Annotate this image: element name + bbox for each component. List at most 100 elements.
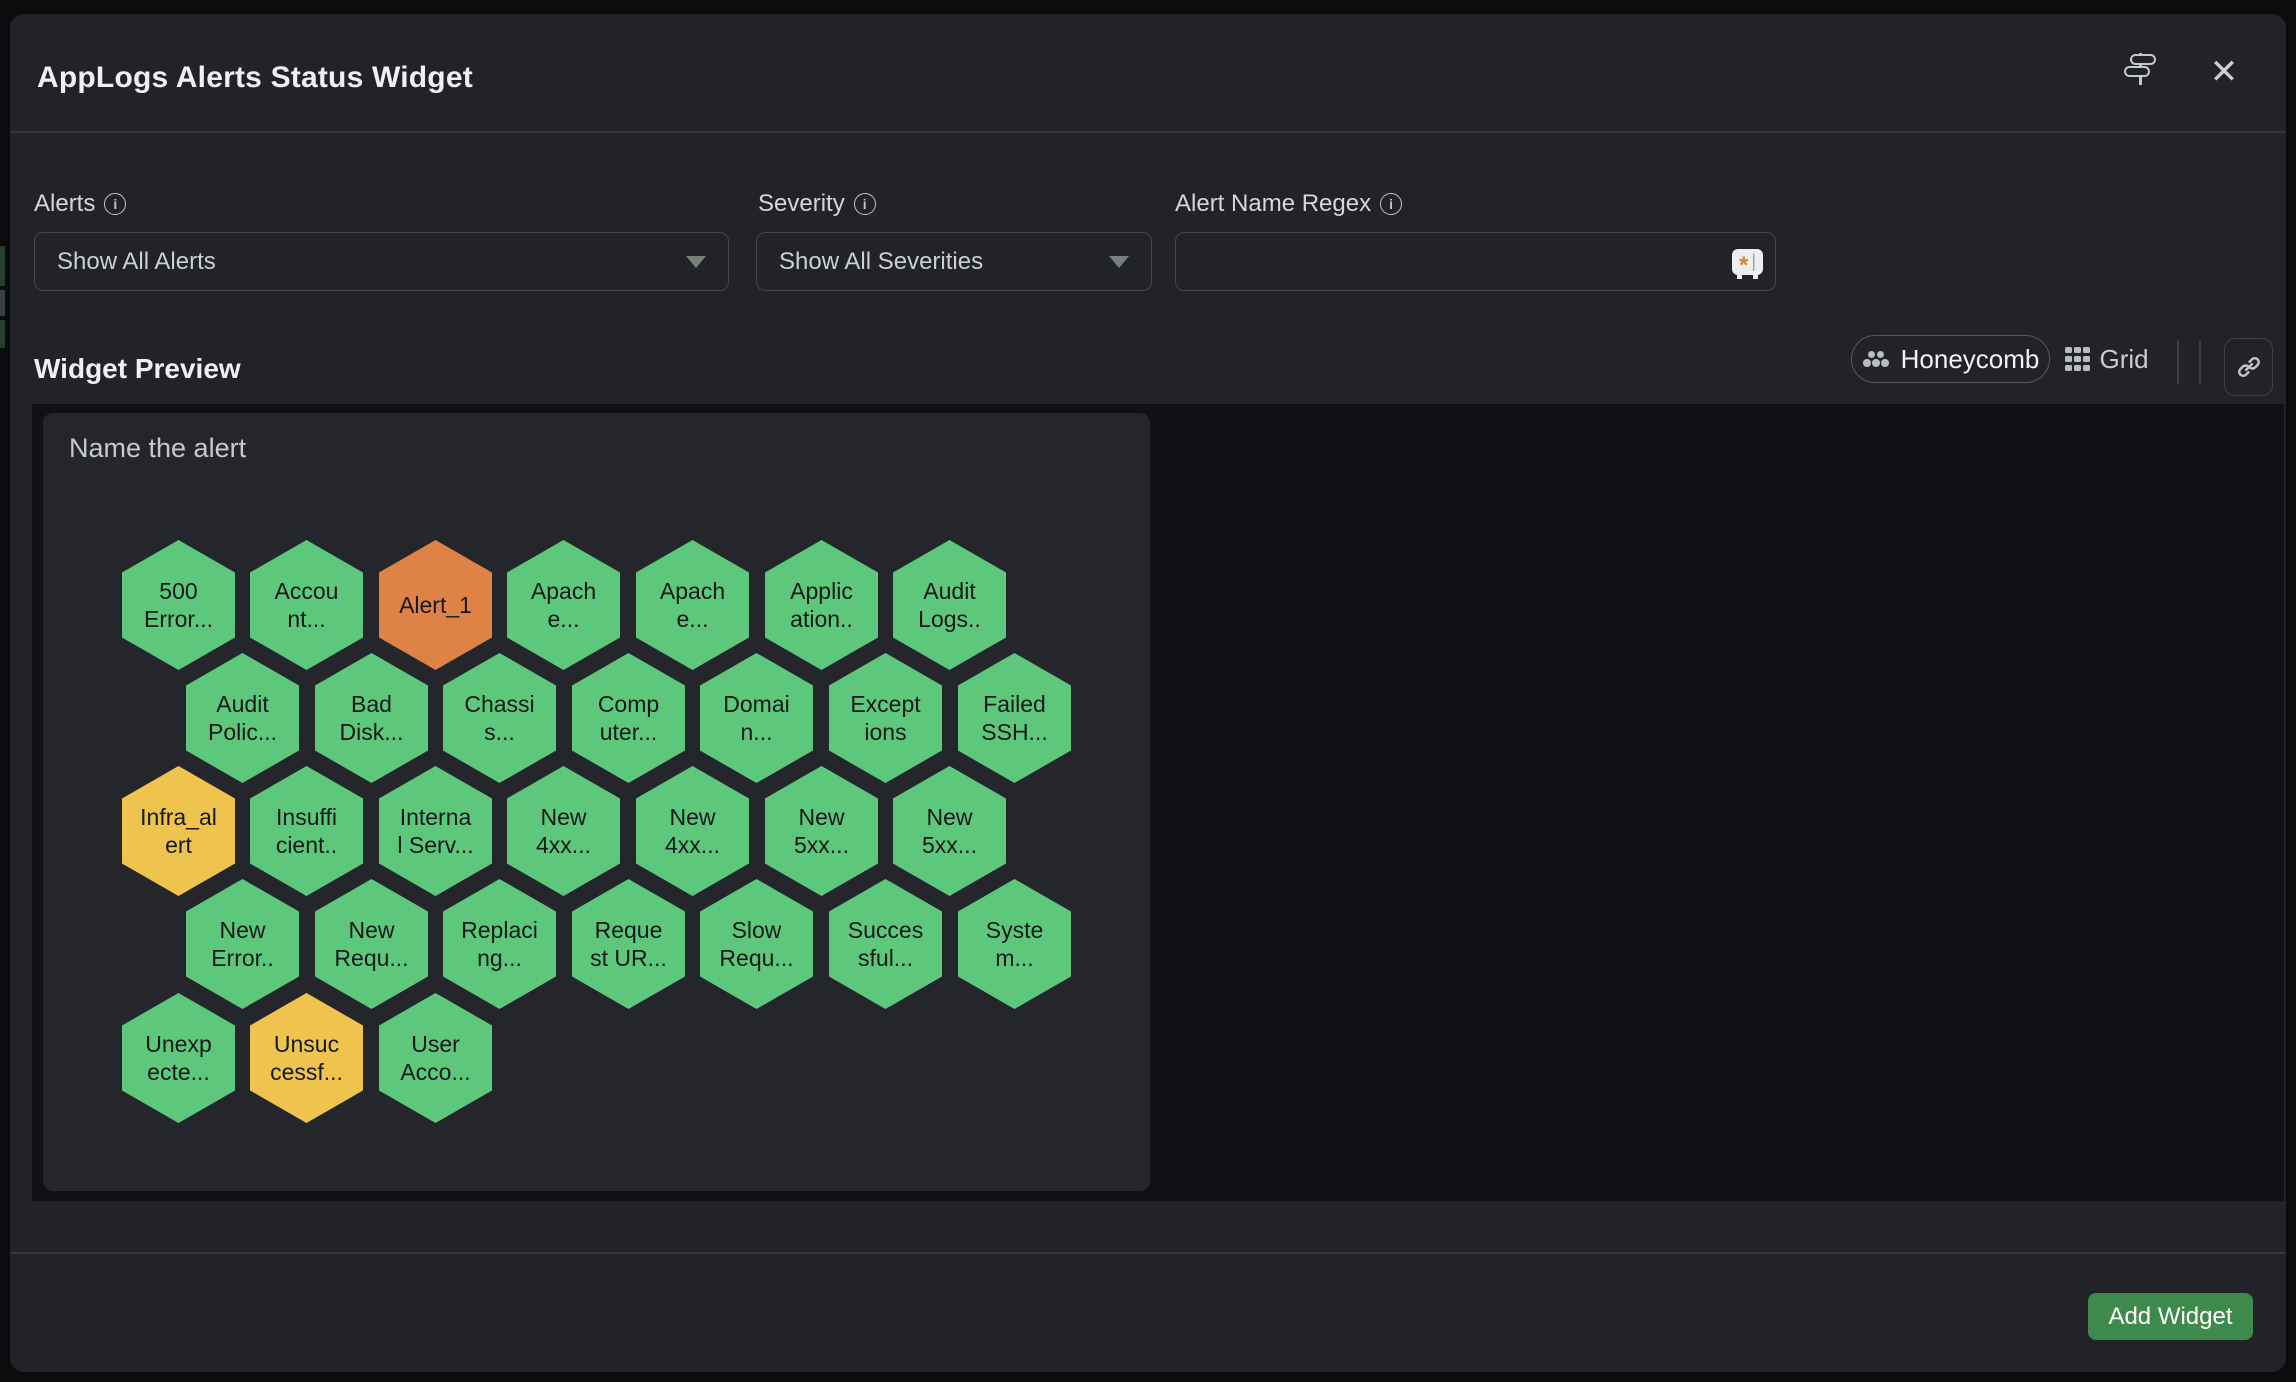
hex-label: 500 Error... [144, 577, 213, 633]
hex-label: New 5xx... [922, 803, 977, 859]
hex-label: Failed SSH... [981, 690, 1047, 746]
regex-helper-icon[interactable]: * | [1732, 249, 1763, 275]
honeycomb-hex[interactable]: Domai n... [700, 653, 813, 783]
hex-label: New 5xx... [794, 803, 849, 859]
widget-config-dialog: AppLogs Alerts Status Widget ✕ Alerts i … [10, 14, 2286, 1372]
honeycomb-widget-panel: Name the alert 500 Error... Accou nt... Al… [43, 413, 1150, 1191]
alerts-select[interactable]: Show All Alerts [34, 232, 729, 291]
hex-label: Replaci ng... [461, 916, 538, 972]
hex-label: Unsuc cessf... [270, 1030, 343, 1086]
honeycomb-hex[interactable]: New 5xx... [893, 766, 1006, 896]
hex-label: Applic ation.. [790, 577, 853, 633]
dialog-title: AppLogs Alerts Status Widget [37, 61, 473, 95]
add-widget-button[interactable]: Add Widget [2088, 1293, 2253, 1340]
honeycomb-hex[interactable]: User Acco... [379, 993, 492, 1123]
honeycomb-hex[interactable]: New Requ... [315, 879, 428, 1009]
honeycomb-hex[interactable]: Comp uter... [572, 653, 685, 783]
honeycomb-hex[interactable]: New 4xx... [507, 766, 620, 896]
hex-label: New 4xx... [536, 803, 591, 859]
info-icon[interactable]: i [854, 193, 876, 215]
hex-label: Bad Disk... [340, 690, 404, 746]
hex-label: New 4xx... [665, 803, 720, 859]
footer-divider [10, 1252, 2286, 1254]
copy-link-button[interactable] [2224, 338, 2273, 396]
hex-label: Insuffi cient.. [276, 803, 337, 859]
hex-label: Interna l Serv... [397, 803, 473, 859]
honeycomb-hex[interactable]: Unexp ecte... [122, 993, 235, 1123]
honeycomb-hex[interactable]: New Error.. [186, 879, 299, 1009]
hex-label: Audit Logs.. [918, 577, 981, 633]
honeycomb-hex[interactable]: Failed SSH... [958, 653, 1071, 783]
honeycomb-hex[interactable]: Apach e... [507, 540, 620, 670]
honeycomb-hex[interactable]: Except ions [829, 653, 942, 783]
chevron-down-icon [686, 256, 706, 268]
layout-panels-button[interactable] [2118, 47, 2162, 91]
severity-select-value: Show All Severities [779, 248, 1109, 276]
honeycomb-hex[interactable]: Accou nt... [250, 540, 363, 670]
alerts-field-label: Alerts i [34, 190, 126, 218]
grid-toggle-label: Grid [2100, 344, 2149, 375]
honeycomb-hex[interactable]: Unsuc cessf... [250, 993, 363, 1123]
severity-field-label: Severity i [758, 190, 876, 218]
honeycomb-hex[interactable]: Reque st UR... [572, 879, 685, 1009]
toolbar-separator [2199, 340, 2201, 384]
hex-label: New Requ... [334, 916, 408, 972]
honeycomb-hex[interactable]: Apach e... [636, 540, 749, 670]
honeycomb-hex[interactable]: Insuffi cient.. [250, 766, 363, 896]
honeycomb-hex[interactable]: 500 Error... [122, 540, 235, 670]
preview-heading: Widget Preview [34, 353, 241, 385]
layout-panels-icon [2123, 51, 2157, 87]
hex-label: Chassi s... [464, 690, 534, 746]
hex-label: Audit Polic... [208, 690, 277, 746]
hex-label: Unexp ecte... [145, 1030, 211, 1086]
honeycomb-hex[interactable]: Slow Requ... [700, 879, 813, 1009]
hex-label: Comp uter... [598, 690, 659, 746]
regex-input[interactable] [1198, 248, 1732, 276]
hex-label: User Acco... [400, 1030, 470, 1086]
honeycomb-hex[interactable]: Interna l Serv... [379, 766, 492, 896]
hex-label: Accou nt... [275, 577, 339, 633]
hex-label: Apach e... [660, 577, 725, 633]
honeycomb-hex[interactable]: Succes sful... [829, 879, 942, 1009]
hex-label: Except ions [850, 690, 920, 746]
hex-label: Syste m... [986, 916, 1044, 972]
hex-label: Infra_al ert [140, 803, 217, 859]
background-app-sliver [0, 290, 5, 316]
honeycomb-hex[interactable]: Replaci ng... [443, 879, 556, 1009]
severity-label-text: Severity [758, 190, 845, 218]
honeycomb-hex[interactable]: Chassi s... [443, 653, 556, 783]
regex-input-wrap: * | [1175, 232, 1776, 291]
honeycomb-icon [1862, 351, 1890, 368]
hex-label: Alert_1 [399, 591, 472, 619]
honeycomb-hex[interactable]: Bad Disk... [315, 653, 428, 783]
honeycomb-toggle-label: Honeycomb [1901, 344, 2040, 375]
toolbar-separator [2177, 340, 2179, 384]
hex-label: Apach e... [531, 577, 596, 633]
honeycomb-hex[interactable]: New 4xx... [636, 766, 749, 896]
honeycomb-view-toggle[interactable]: Honeycomb [1851, 335, 2050, 383]
grid-view-toggle[interactable]: Grid [2065, 335, 2149, 383]
info-icon[interactable]: i [1380, 193, 1402, 215]
honeycomb-hex[interactable]: Audit Polic... [186, 653, 299, 783]
honeycomb-hex[interactable]: Applic ation.. [765, 540, 878, 670]
regex-label-text: Alert Name Regex [1175, 190, 1371, 218]
honeycomb-hex[interactable]: Alert_1 [379, 540, 492, 670]
honeycomb-hex[interactable]: Audit Logs.. [893, 540, 1006, 670]
hex-label: Succes sful... [848, 916, 923, 972]
background-app-sliver [0, 246, 5, 286]
close-icon: ✕ [2210, 55, 2239, 89]
grid-icon [2065, 347, 2090, 372]
severity-select[interactable]: Show All Severities [756, 232, 1152, 291]
info-icon[interactable]: i [104, 193, 126, 215]
honeycomb-hex[interactable]: New 5xx... [765, 766, 878, 896]
link-icon [2235, 353, 2263, 381]
background-app-sliver [0, 320, 5, 348]
hex-label: Slow Requ... [719, 916, 793, 972]
widget-panel-title: Name the alert [69, 433, 246, 464]
honeycomb-hex[interactable]: Infra_al ert [122, 766, 235, 896]
honeycomb-hex[interactable]: Syste m... [958, 879, 1071, 1009]
close-button[interactable]: ✕ [2202, 50, 2246, 94]
header-divider [10, 131, 2286, 133]
hex-label: New Error.. [211, 916, 274, 972]
preview-canvas: Name the alert 500 Error... Accou nt... Al… [32, 404, 2284, 1201]
